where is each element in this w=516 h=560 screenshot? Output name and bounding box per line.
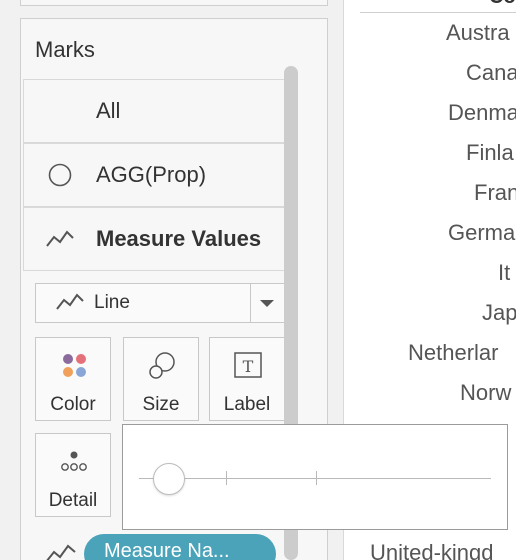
- detail-button[interactable]: Detail: [35, 433, 111, 517]
- detail-button-label: Detail: [48, 490, 98, 511]
- size-circles-icon: [149, 352, 175, 379]
- row-header-country[interactable]: It: [498, 260, 510, 286]
- size-button-label: Size: [142, 394, 180, 415]
- row-header-country[interactable]: Germa: [448, 220, 515, 246]
- size-button[interactable]: Size: [123, 337, 199, 421]
- mark-type-label: Line: [94, 292, 130, 313]
- marks-row-agg-prop[interactable]: AGG(Prop): [23, 143, 297, 207]
- slider-tick: [226, 471, 227, 485]
- row-header-country[interactable]: Austra: [446, 20, 510, 46]
- line-icon: [46, 544, 76, 560]
- label-button-label: Label: [223, 394, 271, 415]
- row-header-country[interactable]: Fran: [474, 180, 516, 206]
- marks-card-title: Marks: [35, 37, 95, 62]
- circle-icon: [48, 163, 72, 187]
- dropdown-divider: [250, 284, 251, 322]
- line-icon: [46, 230, 74, 247]
- marks-row-label: Measure Values: [96, 226, 262, 251]
- marks-row-label: AGG(Prop): [96, 162, 207, 187]
- row-header-country[interactable]: United-kingd: [370, 540, 494, 560]
- row-header-country[interactable]: Denma: [448, 100, 516, 126]
- marks-row-label: All: [96, 98, 121, 123]
- header-divider: [360, 12, 516, 13]
- line-icon: [56, 293, 84, 310]
- row-header-country[interactable]: Finla: [466, 140, 514, 166]
- row-header-country[interactable]: Cana: [466, 60, 516, 86]
- size-slider-popup: [122, 424, 508, 530]
- label-button[interactable]: T Label: [209, 337, 285, 421]
- row-header-country[interactable]: Netherlar: [408, 340, 498, 366]
- row-header-country[interactable]: Jap: [482, 300, 516, 326]
- slider-tick: [316, 471, 317, 485]
- column-header: Coun: [489, 0, 516, 9]
- svg-text:T: T: [243, 357, 254, 376]
- chevron-down-icon[interactable]: [256, 294, 278, 312]
- size-slider-track[interactable]: [139, 478, 491, 479]
- text-label-icon: T: [234, 352, 262, 378]
- measure-names-pill[interactable]: Measure Na...: [84, 534, 276, 560]
- row-header-country[interactable]: Norw: [460, 380, 511, 406]
- color-dots-icon: [63, 354, 86, 377]
- marks-row-all[interactable]: All: [23, 79, 297, 143]
- detail-dots-icon: [61, 451, 87, 471]
- mark-type-dropdown[interactable]: Line: [35, 283, 285, 323]
- size-slider-thumb[interactable]: [153, 463, 185, 495]
- color-button-label: Color: [50, 394, 96, 415]
- marks-row-measure-values[interactable]: Measure Values: [23, 207, 297, 271]
- shelf-card-bottom-edge: [20, 0, 328, 6]
- color-button[interactable]: Color: [35, 337, 111, 421]
